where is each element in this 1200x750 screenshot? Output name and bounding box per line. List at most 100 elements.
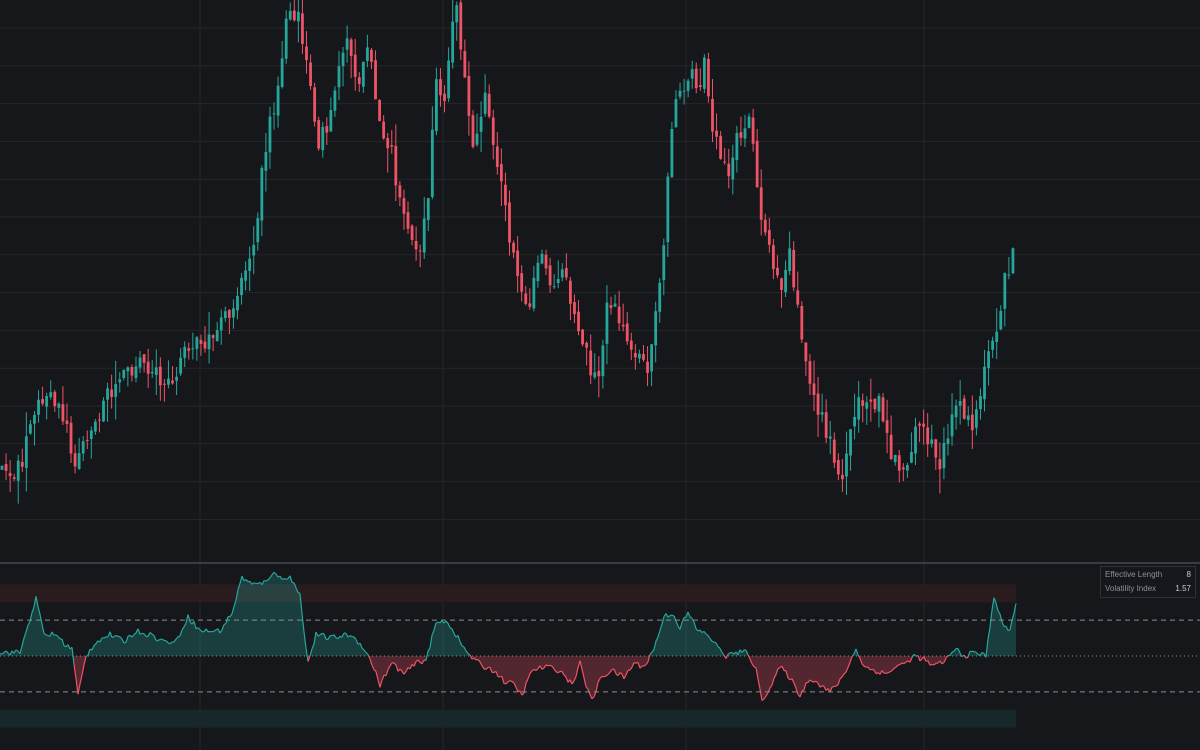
indicator-segment bbox=[427, 647, 431, 656]
indicator-line bbox=[1007, 629, 1011, 632]
indicator-segment bbox=[893, 656, 897, 669]
candle bbox=[946, 423, 950, 456]
indicator-fill bbox=[448, 623, 450, 656]
candle bbox=[581, 328, 584, 347]
indicator-fill bbox=[498, 656, 500, 677]
indicator-segment bbox=[197, 627, 201, 656]
indicator-segment bbox=[435, 621, 439, 656]
indicator-fill bbox=[384, 656, 386, 676]
indicator-segment bbox=[865, 656, 869, 668]
indicator-segment bbox=[305, 648, 309, 662]
candle-body bbox=[491, 117, 495, 145]
candle-body bbox=[134, 366, 138, 379]
indicator-segment bbox=[421, 656, 425, 665]
candle-body bbox=[670, 128, 674, 178]
indicator-segment bbox=[269, 574, 273, 656]
indicator-segment bbox=[245, 579, 249, 656]
indicator-fill bbox=[788, 656, 790, 680]
indicator-segment bbox=[3, 650, 7, 656]
candle-body bbox=[682, 90, 686, 92]
candle-body bbox=[841, 474, 844, 480]
indicator-fill bbox=[532, 656, 534, 671]
candle bbox=[280, 40, 284, 89]
indicator-fill bbox=[230, 613, 232, 656]
candle bbox=[321, 121, 325, 158]
candle bbox=[747, 113, 751, 129]
candle bbox=[45, 392, 49, 420]
candle bbox=[142, 353, 146, 373]
candle bbox=[374, 50, 377, 100]
indicator-segment bbox=[489, 656, 493, 673]
candle bbox=[666, 172, 670, 257]
indicator-segment bbox=[571, 656, 575, 685]
indicator-fill bbox=[326, 639, 328, 656]
indicator-fill bbox=[522, 656, 524, 696]
candle-body bbox=[81, 441, 85, 454]
candle-body bbox=[142, 354, 146, 363]
candle-body bbox=[800, 305, 804, 340]
candle-body bbox=[889, 434, 893, 459]
indicator-fill bbox=[930, 656, 932, 666]
candle-body bbox=[662, 245, 666, 281]
indicator-segment bbox=[31, 606, 35, 656]
candle bbox=[601, 339, 605, 389]
indicator-segment bbox=[949, 651, 953, 656]
candle-body bbox=[739, 132, 743, 138]
indicator-fill bbox=[264, 580, 266, 656]
candle bbox=[853, 393, 856, 440]
candle-body bbox=[61, 404, 65, 422]
candle bbox=[207, 311, 211, 364]
indicator-fill bbox=[438, 622, 440, 656]
candle bbox=[410, 224, 414, 246]
candle-body bbox=[284, 18, 288, 59]
candle bbox=[175, 366, 178, 396]
indicator-segment bbox=[737, 649, 741, 656]
indicator-segment bbox=[651, 649, 655, 656]
candle-body bbox=[759, 187, 763, 220]
indicator-segment bbox=[761, 656, 765, 702]
indicator-segment bbox=[825, 656, 829, 691]
candle-body bbox=[341, 52, 345, 67]
candle bbox=[118, 372, 122, 393]
indicator-segment bbox=[627, 656, 631, 671]
candle-body bbox=[881, 397, 885, 422]
candle-body bbox=[435, 79, 438, 132]
indicator-segment bbox=[183, 622, 187, 656]
candle bbox=[276, 76, 280, 128]
candle-body bbox=[873, 398, 877, 410]
indicator-segment bbox=[181, 626, 185, 656]
indicator-segment bbox=[257, 581, 261, 656]
candle-body bbox=[459, 2, 463, 50]
indicator-segment bbox=[403, 656, 407, 675]
candle bbox=[361, 61, 365, 93]
indicator-segment bbox=[759, 656, 763, 701]
indicator-fill bbox=[956, 648, 958, 656]
indicator-fill bbox=[684, 616, 686, 656]
indicator-fill bbox=[132, 634, 134, 656]
candle bbox=[61, 386, 65, 425]
indicator-fill bbox=[884, 656, 886, 674]
indicator-segment bbox=[113, 635, 117, 656]
indicator-fill bbox=[294, 582, 296, 656]
candle bbox=[272, 102, 276, 130]
indicator-segment bbox=[509, 656, 513, 682]
indicator-segment bbox=[687, 611, 691, 656]
indicator-segment bbox=[709, 638, 713, 656]
candle bbox=[784, 260, 787, 298]
indicator-segment bbox=[175, 636, 179, 656]
indicator-segment bbox=[505, 656, 509, 685]
indicator-segment bbox=[541, 656, 545, 670]
indicator-segment bbox=[937, 656, 941, 664]
indicator-line bbox=[603, 675, 607, 678]
indicator-segment bbox=[551, 656, 555, 670]
candle-body bbox=[763, 219, 767, 233]
indicator-segment bbox=[45, 634, 49, 656]
indicator-segment bbox=[51, 631, 55, 656]
candle-body bbox=[686, 80, 690, 91]
candle-body bbox=[812, 383, 816, 395]
candle bbox=[577, 300, 580, 336]
indicator-fill bbox=[220, 629, 222, 656]
indicator-segment bbox=[715, 642, 719, 656]
indicator-segment bbox=[301, 613, 305, 656]
indicator-segment bbox=[195, 627, 199, 656]
